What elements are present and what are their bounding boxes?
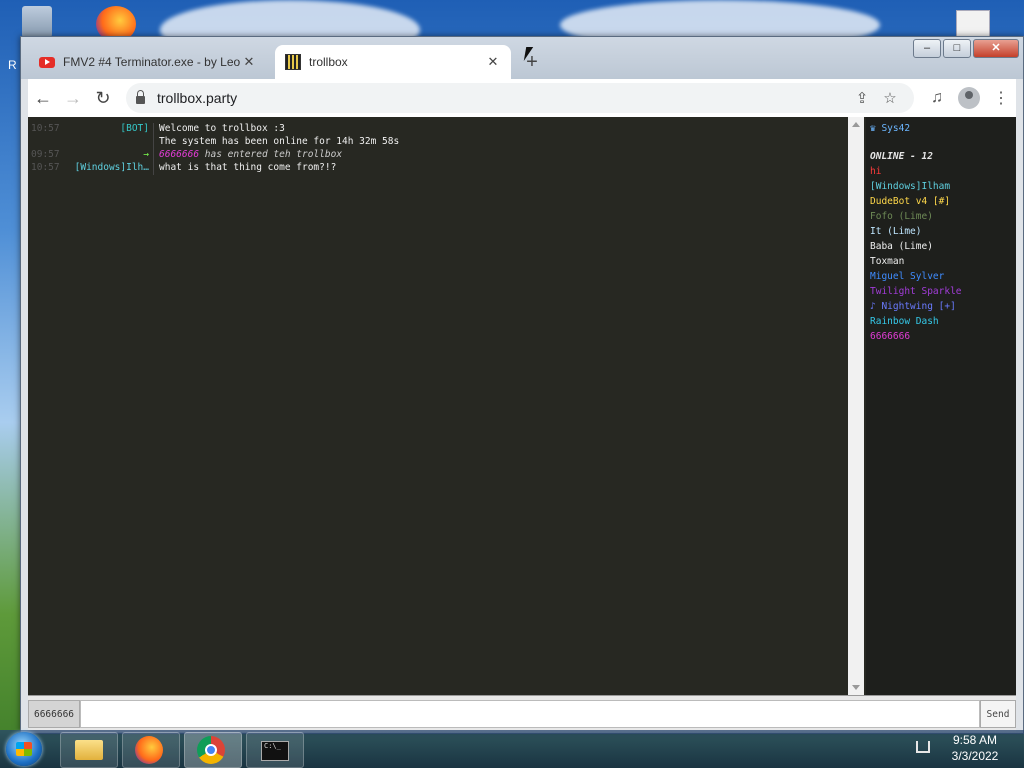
taskbar-firefox[interactable] (122, 732, 180, 768)
user-list-item[interactable]: Baba (Lime) (870, 241, 1016, 256)
message-nick[interactable]: [BOT] (68, 123, 154, 136)
online-count: ONLINE - 12 (870, 151, 933, 162)
message-text: 6666666 has entered teh trollbox (154, 149, 342, 162)
chat-message: 10:57 [BOT] Welcome to trollbox :3 (28, 123, 848, 136)
lock-icon (136, 90, 145, 104)
chat-log: 10:57 [BOT] Welcome to trollbox :3 The s… (28, 117, 848, 695)
scroll-down-icon[interactable] (852, 685, 860, 690)
message-text: what is that thing come from?!? (159, 162, 337, 173)
clock-date: 3/3/2022 (951, 749, 999, 763)
clock-time: 9:58 AM (952, 733, 998, 747)
message-text: Welcome to trollbox :3 (159, 123, 285, 134)
chat-message: 09:57 → 6666666 has entered teh trollbox (28, 149, 848, 162)
send-button[interactable]: Send (980, 700, 1016, 728)
message-time: 10:57 (31, 123, 60, 134)
media-control-icon[interactable]: ♫ (922, 89, 952, 107)
nick-button[interactable]: 6666666 (28, 700, 80, 728)
folder-icon (75, 740, 103, 760)
user-list-item[interactable]: Fofo (Lime) (870, 211, 1016, 226)
join-arrow-icon: → (68, 149, 154, 162)
user-list: hi [Windows]Ilham DudeBot v4 [#] Fofo (Lime… (870, 166, 1016, 346)
back-button[interactable]: ← (28, 83, 58, 113)
tab-close-icon[interactable]: ✕ (241, 54, 257, 70)
recycle-bin-icon[interactable] (22, 6, 52, 40)
windows-logo-icon (16, 742, 32, 756)
cmd-icon: C:\_ (261, 741, 289, 761)
user-list-item[interactable]: 6666666 (870, 331, 1016, 346)
youtube-icon (39, 56, 55, 68)
user-list-item[interactable]: ♪ Nightwing [+] (870, 301, 1016, 316)
tab-trollbox[interactable]: trollbox ✕ (275, 45, 511, 79)
room-name[interactable]: ♛ Sys42 (870, 123, 1016, 134)
minimize-button[interactable]: – (913, 39, 941, 58)
address-bar[interactable]: trollbox.party ⇪ ☆ (126, 83, 914, 113)
share-icon[interactable]: ⇪ (848, 89, 876, 107)
tab-close-icon[interactable]: ✕ (485, 54, 501, 70)
forward-button[interactable]: → (58, 83, 88, 113)
firefox-icon (135, 736, 163, 764)
tab-youtube[interactable]: FMV2 #4 Terminator.exe - by Leo ✕ (29, 45, 267, 79)
message-time (28, 136, 68, 149)
user-list-item[interactable]: DudeBot v4 [#] (870, 196, 1016, 211)
scroll-up-icon[interactable] (852, 122, 860, 127)
start-button[interactable] (6, 732, 42, 766)
chat-message: 10:57 [Windows]Ilh… what is that thing c… (28, 162, 848, 175)
browser-titlebar: FMV2 #4 Terminator.exe - by Leo ✕ trollb… (21, 37, 1023, 79)
message-input[interactable] (80, 700, 980, 728)
trollbox-favicon-icon (285, 54, 301, 70)
user-list-item[interactable]: hi (870, 166, 1016, 181)
taskbar: C:\_ 9:58 AM 3/3/2022 (0, 730, 1024, 768)
menu-kebab-icon[interactable]: ⋮ (986, 88, 1016, 108)
browser-toolbar: ← → ↻ trollbox.party ⇪ ☆ ♫ ⋮ (28, 79, 1016, 117)
browser-window: FMV2 #4 Terminator.exe - by Leo ✕ trollb… (20, 36, 1024, 734)
taskbar-chrome[interactable] (184, 732, 242, 768)
user-sidebar: ♛ Sys42 ONLINE - 12 hi [Windows]Ilham Dude… (866, 117, 1016, 695)
user-list-item[interactable]: Rainbow Dash (870, 316, 1016, 331)
system-clock[interactable]: 9:58 AM 3/3/2022 (940, 732, 1010, 764)
user-list-item[interactable]: Miguel Sylver (870, 271, 1016, 286)
chat-message: The system has been online for 14h 32m 5… (28, 136, 848, 149)
tab-label: FMV2 #4 Terminator.exe - by Leo (63, 55, 241, 69)
message-time: 09:57 (31, 149, 60, 160)
profile-avatar-icon[interactable] (958, 87, 980, 109)
message-time: 10:57 (31, 162, 60, 173)
join-text: has entered teh trollbox (199, 149, 343, 160)
chat-scrollbar[interactable] (848, 117, 864, 695)
network-icon[interactable] (916, 741, 930, 753)
reload-button[interactable]: ↻ (88, 83, 118, 113)
maximize-button[interactable]: □ (943, 39, 971, 58)
message-text: The system has been online for 14h 32m 5… (159, 136, 400, 147)
user-list-item[interactable]: Twilight Sparkle (870, 286, 1016, 301)
trollbox-page: 10:57 [BOT] Welcome to trollbox :3 The s… (28, 117, 1016, 732)
bookmark-star-icon[interactable]: ☆ (876, 89, 904, 107)
close-window-button[interactable]: ✕ (973, 39, 1019, 58)
message-nick (68, 136, 154, 149)
user-list-item[interactable]: Toxman (870, 256, 1016, 271)
message-nick[interactable]: [Windows]Ilh… (68, 162, 154, 175)
join-user-name[interactable]: 6666666 (159, 149, 199, 160)
taskbar-cmd[interactable]: C:\_ (246, 732, 304, 768)
tab-label: trollbox (309, 55, 348, 69)
chrome-icon (197, 736, 225, 764)
user-list-item[interactable]: It (Lime) (870, 226, 1016, 241)
user-list-item[interactable]: [Windows]Ilham (870, 181, 1016, 196)
desktop-icon-label: R (8, 58, 17, 72)
url-text: trollbox.party (157, 90, 238, 106)
taskbar-explorer[interactable] (60, 732, 118, 768)
chat-input-bar: 6666666 Send (28, 695, 1016, 732)
window-controls: – □ ✕ (911, 39, 1019, 58)
